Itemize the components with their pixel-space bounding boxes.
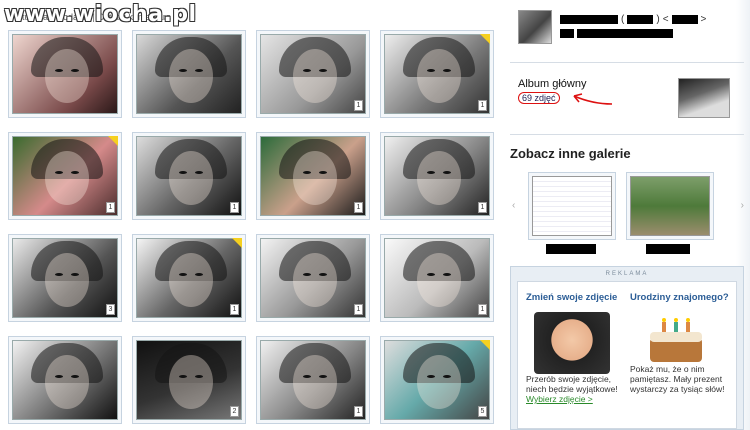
photo-thumb[interactable]: 1 <box>380 132 494 220</box>
comment-count-icon[interactable]: 1 <box>354 100 363 111</box>
gallery-thumb[interactable] <box>528 172 616 240</box>
other-galleries-title: Zobacz inne galerie <box>510 146 631 161</box>
photo-image[interactable] <box>12 340 118 420</box>
redacted-gallery-name <box>546 244 596 254</box>
photo-image[interactable] <box>136 136 242 216</box>
paren-close: ) <box>656 14 660 25</box>
profile-avatar[interactable] <box>518 10 552 44</box>
choose-photo-link[interactable]: Wybierz zdjęcie > <box>526 394 626 404</box>
photo-thumb[interactable] <box>8 336 122 424</box>
photo-thumb[interactable]: 1 <box>256 336 370 424</box>
comment-count-icon[interactable]: 2 <box>230 406 239 417</box>
divider <box>510 62 744 63</box>
comment-count-icon[interactable]: 1 <box>230 202 239 213</box>
photo-thumb[interactable] <box>132 30 246 118</box>
photo-thumb[interactable]: 3 <box>8 234 122 322</box>
redacted-meta-1 <box>560 29 574 38</box>
arrow-right-icon[interactable]: › <box>741 200 744 211</box>
paren-open: ( <box>621 14 625 25</box>
ad-headline[interactable]: Urodziny znajomego? <box>630 292 730 304</box>
photo-thumb[interactable]: 2 <box>132 336 246 424</box>
comment-count-icon[interactable]: 1 <box>478 202 487 213</box>
photo-thumb[interactable]: 1 <box>132 234 246 322</box>
lt: < <box>662 14 669 25</box>
photo-thumb[interactable]: 1 <box>132 132 246 220</box>
photo-image[interactable] <box>384 238 490 318</box>
album-cover[interactable] <box>678 78 730 118</box>
divider <box>510 134 744 135</box>
photo-grid: 1 1 1 1 1 1 3 1 1 1 2 1 5 <box>8 30 498 424</box>
photo-image[interactable] <box>384 136 490 216</box>
photo-image[interactable] <box>12 34 118 114</box>
red-annotation-arrow-icon <box>573 93 613 105</box>
photo-image[interactable] <box>12 238 118 318</box>
corner-ribbon-icon <box>108 136 118 146</box>
photo-image[interactable] <box>384 340 490 420</box>
photo-image[interactable] <box>260 238 366 318</box>
redacted-meta-2 <box>577 29 673 38</box>
photo-image[interactable] <box>384 34 490 114</box>
comment-count-icon[interactable]: 1 <box>106 202 115 213</box>
photo-thumb[interactable]: 1 <box>380 30 494 118</box>
comment-count-icon[interactable]: 3 <box>106 304 115 315</box>
photo-thumb[interactable]: 1 <box>8 132 122 220</box>
gt: > <box>700 14 707 25</box>
corner-ribbon-icon <box>480 34 490 44</box>
photo-thumb[interactable]: 1 <box>256 234 370 322</box>
main-album[interactable]: Album główny 69 zdjęć <box>518 78 738 126</box>
ad-content: Zmień swoje zdjęcie Przerób swoje zdjęci… <box>517 281 737 429</box>
comment-count-icon[interactable]: 1 <box>478 100 487 111</box>
ad-text: Przerób swoje zdjęcie, niech będzie wyją… <box>526 374 618 394</box>
arrow-left-icon[interactable]: ‹ <box>512 200 515 211</box>
ad-box: REKLAMA Zmień swoje zdjęcie Przerób swoj… <box>510 266 744 430</box>
photo-image[interactable] <box>136 34 242 114</box>
comment-count-icon[interactable]: 1 <box>354 304 363 315</box>
ad-headline[interactable]: Zmień swoje zdjęcie <box>526 292 626 304</box>
gallery-thumb[interactable] <box>626 172 714 240</box>
corner-ribbon-icon <box>480 340 490 350</box>
birthday-cake-image[interactable] <box>650 318 702 362</box>
comment-count-icon[interactable]: 5 <box>478 406 487 417</box>
comment-count-icon[interactable]: 1 <box>354 406 363 417</box>
photo-image[interactable] <box>260 136 366 216</box>
album-count[interactable]: 69 zdjęć <box>518 92 560 104</box>
comment-count-icon[interactable]: 1 <box>230 304 239 315</box>
comment-count-icon[interactable]: 1 <box>354 202 363 213</box>
ad-text: Pokaż mu, że o nim pamiętasz. Mały preze… <box>630 364 725 394</box>
ad-change-photo[interactable]: Zmień swoje zdjęcie Przerób swoje zdjęci… <box>526 292 626 404</box>
photo-thumb[interactable]: 1 <box>380 234 494 322</box>
profile-header: ( ) < > <box>518 10 706 44</box>
corner-ribbon-icon <box>232 238 242 248</box>
redacted-name <box>560 15 618 24</box>
comment-count-icon[interactable]: 1 <box>478 304 487 315</box>
profile-meta-line <box>560 29 706 38</box>
redacted-city <box>671 15 698 24</box>
ad-birthday[interactable]: Urodziny znajomego? Pokaż mu, że o nim p… <box>630 292 730 394</box>
photo-thumb[interactable]: 1 <box>256 30 370 118</box>
photo-image[interactable] <box>136 238 242 318</box>
photo-image[interactable] <box>260 34 366 114</box>
watermark: www.wiocha.pl <box>4 2 197 27</box>
profile-name-line[interactable]: ( ) < > <box>560 14 706 25</box>
gallery-carousel: ‹ › <box>510 170 744 260</box>
photo-image[interactable] <box>12 136 118 216</box>
photo-thumb[interactable] <box>8 30 122 118</box>
redacted-age <box>627 15 654 24</box>
photo-thumb[interactable]: 1 <box>256 132 370 220</box>
sidebar: ( ) < > Album główny 69 zdjęć Zobacz inn… <box>510 0 744 430</box>
redacted-gallery-name <box>646 244 690 254</box>
masked-face-image[interactable] <box>534 312 610 374</box>
photo-thumb[interactable]: 5 <box>380 336 494 424</box>
photo-image[interactable] <box>136 340 242 420</box>
ad-label: REKLAMA <box>605 271 649 277</box>
photo-image[interactable] <box>260 340 366 420</box>
